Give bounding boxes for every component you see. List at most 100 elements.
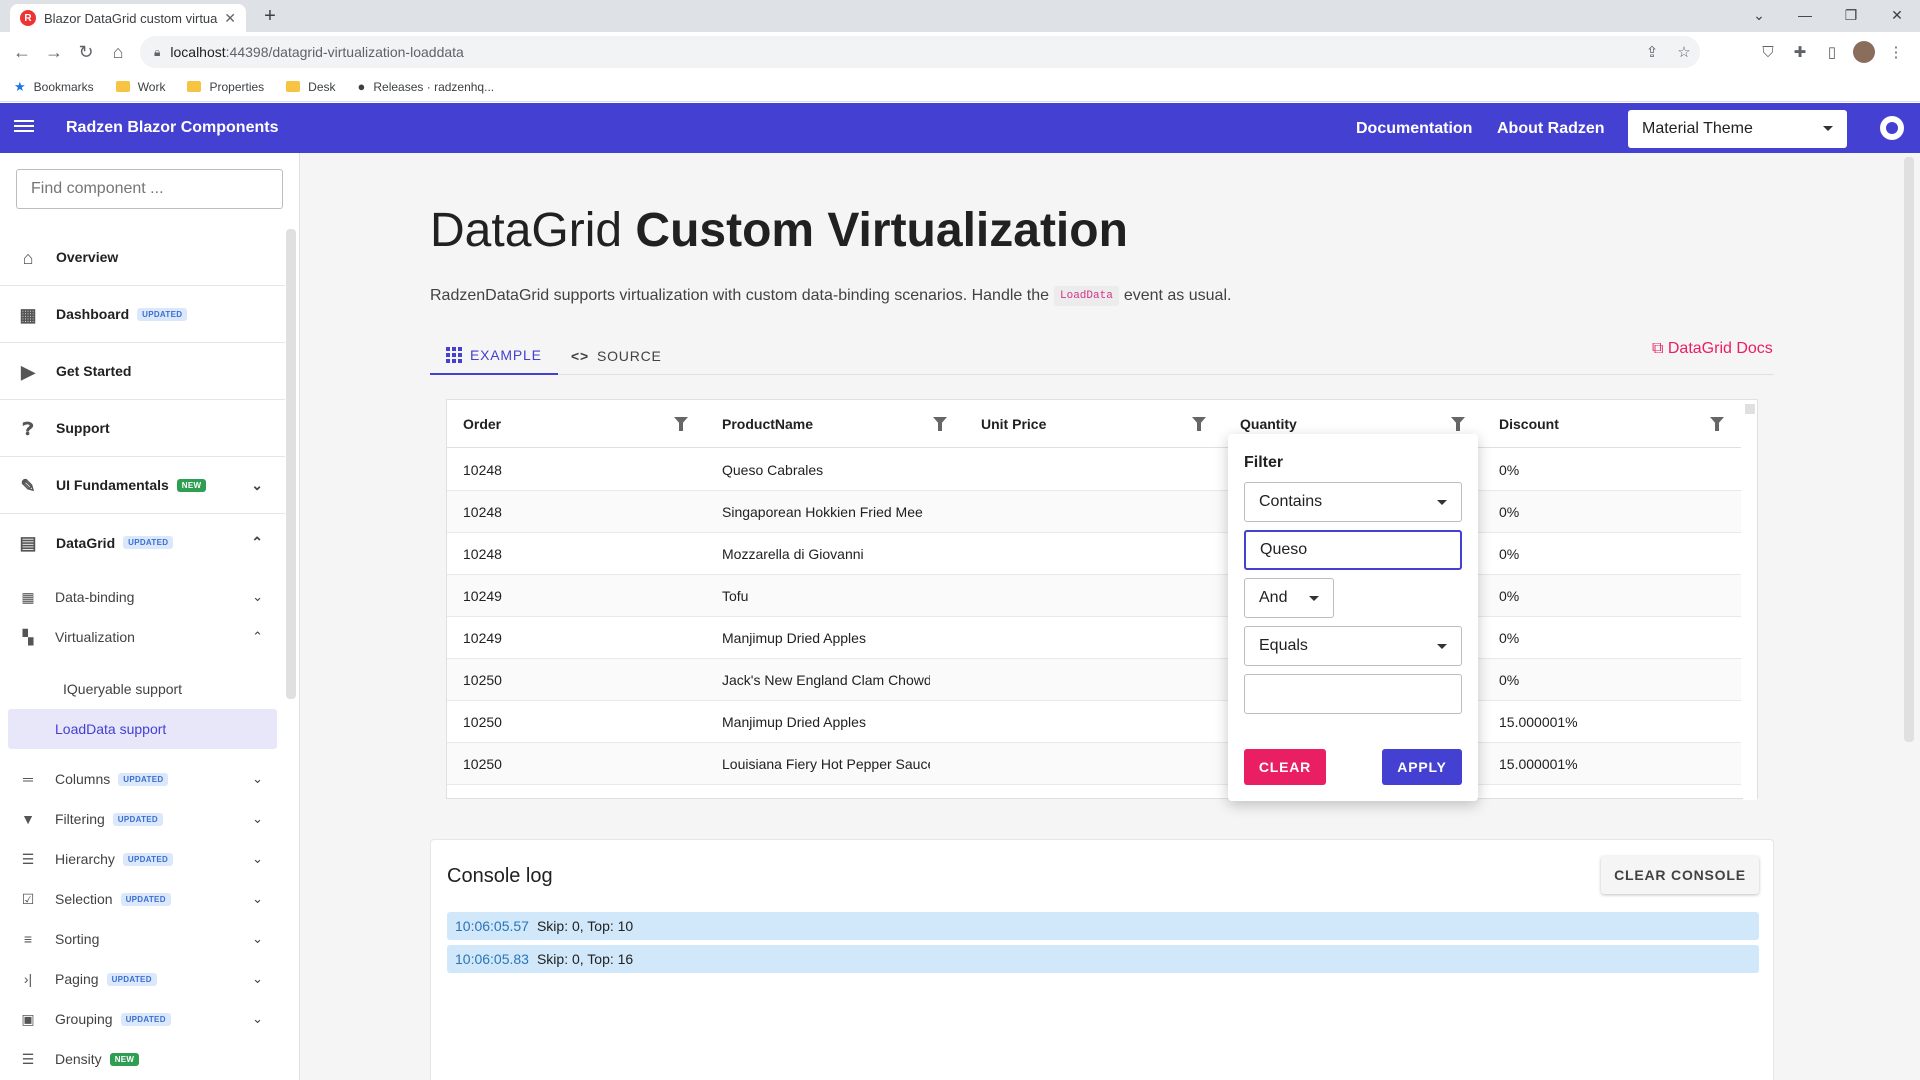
table-row[interactable]: 10248Singaporean Hokkien Fried Mee100%	[447, 491, 1741, 533]
table-cell: 10249	[463, 588, 502, 604]
chevron-down-icon[interactable]: ⌄	[252, 1011, 263, 1027]
filter-apply-button[interactable]: APPLY	[1382, 749, 1462, 785]
sidebar-item-dashboard[interactable]: ▦ Dashboard UPDATED	[0, 286, 285, 343]
sidebar-scrollbar[interactable]	[286, 229, 296, 699]
extension-shield-icon[interactable]: ⛉	[1752, 44, 1784, 61]
sidebar-item-filtering[interactable]: ▼ Filtering UPDATED ⌄	[0, 799, 285, 839]
caret-down-icon	[1437, 500, 1447, 505]
tab-search-chevron-icon[interactable]: ⌄	[1736, 0, 1782, 32]
filter-icon[interactable]	[674, 417, 688, 431]
bookmark-item[interactable]: Work	[115, 80, 165, 94]
chevron-down-icon[interactable]: ⌄	[252, 811, 263, 827]
bookmark-item[interactable]: Desk	[286, 80, 336, 94]
chevron-up-icon[interactable]: ⌃	[252, 629, 263, 645]
browser-menu-icon[interactable]: ⋮	[1880, 43, 1912, 61]
menu-icon[interactable]	[14, 117, 34, 137]
bookmark-star-icon[interactable]: ☆	[1668, 43, 1700, 61]
sidebar-item-virtualization[interactable]: ▚ Virtualization ⌃	[0, 617, 285, 657]
table-row[interactable]: 10248Queso Cabrales120%	[447, 449, 1741, 491]
reload-icon[interactable]: ↻	[70, 42, 102, 63]
datagrid-docs-link[interactable]: ⧉ DataGrid Docs	[1652, 340, 1773, 358]
window-close-icon[interactable]: ✕	[1874, 0, 1920, 32]
about-radzen-link[interactable]: About Radzen	[1497, 120, 1605, 138]
bookmarks-bar: ★ Bookmarks Work Properties Desk ● Release…	[0, 72, 1920, 102]
column-header-order[interactable]: Order	[447, 400, 706, 448]
column-header-unit-price[interactable]: Unit Price	[965, 400, 1224, 448]
sidebar-item-overview[interactable]: ⌂ Overview	[0, 229, 285, 286]
browser-tab[interactable]: R Blazor DataGrid custom virtualiza ✕	[10, 4, 246, 32]
filter-icon[interactable]	[1192, 417, 1206, 431]
sidebar-item-selection[interactable]: ☑ Selection UPDATED ⌄	[0, 879, 285, 919]
table-cell: Manjimup Dried Apples	[722, 714, 866, 730]
main-scrollbar[interactable]	[1904, 157, 1914, 742]
chevron-down-icon[interactable]: ⌄	[252, 931, 263, 947]
filter-icon[interactable]	[1710, 417, 1724, 431]
home-browser-icon[interactable]: ⌂	[102, 42, 134, 63]
tab-source[interactable]: <> SOURCE	[571, 337, 662, 375]
minimize-icon[interactable]: —	[1782, 0, 1828, 32]
dashboard-icon: ▦	[19, 305, 37, 325]
sidebar-item-loaddata-support[interactable]: LoadData support	[8, 709, 277, 749]
chevron-down-icon[interactable]: ⌄	[251, 477, 263, 494]
find-component-input[interactable]	[16, 169, 283, 209]
sidebar-item-label: Virtualization	[55, 629, 135, 645]
chevron-down-icon[interactable]: ⌄	[252, 771, 263, 787]
column-header-productname[interactable]: ProductName	[706, 400, 965, 448]
documentation-link[interactable]: Documentation	[1356, 120, 1472, 138]
close-icon[interactable]: ✕	[224, 10, 236, 27]
chevron-up-icon[interactable]: ⌃	[251, 534, 263, 551]
profile-avatar[interactable]	[1853, 41, 1875, 63]
filter-clear-button[interactable]: CLEAR	[1244, 749, 1326, 785]
sidebar-item-ui-fundamentals[interactable]: ✎ UI Fundamentals NEW ⌄	[0, 457, 285, 514]
hierarchy-icon: ☰	[21, 851, 35, 867]
github-icon[interactable]	[1880, 116, 1904, 140]
sidebar-item-iqueryable-support[interactable]: IQueryable support	[8, 669, 277, 709]
sidebar-item-get-started[interactable]: ▶ Get Started	[0, 343, 285, 400]
bookmark-item[interactable]: Properties	[187, 80, 264, 94]
filter-operator-select[interactable]: Contains	[1244, 482, 1462, 522]
sidebar-item-hierarchy[interactable]: ☰ Hierarchy UPDATED ⌄	[0, 839, 285, 879]
filter-logical-select[interactable]: And	[1244, 578, 1334, 618]
theme-select[interactable]: Material Theme	[1628, 110, 1847, 148]
column-header-discount[interactable]: Discount	[1483, 400, 1741, 448]
bookmark-item[interactable]: ● Releases · radzenhq...	[358, 79, 495, 94]
chevron-down-icon[interactable]: ⌄	[252, 971, 263, 987]
chevron-down-icon[interactable]: ⌄	[252, 851, 263, 867]
table-row[interactable]: 10248Mozzarella di Giovanni50%	[447, 533, 1741, 575]
share-icon[interactable]: ⇪	[1636, 43, 1668, 61]
filter-second-value-input[interactable]	[1244, 674, 1462, 714]
updated-badge: UPDATED	[123, 536, 174, 549]
sidebar-item-paging[interactable]: ›| Paging UPDATED ⌄	[0, 959, 285, 999]
table-row[interactable]: 10250Jack's New England Clam Chowder100%	[447, 659, 1741, 701]
table-row[interactable]: 10249Tofu90%	[447, 575, 1741, 617]
address-bar[interactable]: 🔒︎ localhost:44398/datagrid-virtualizati…	[140, 36, 1700, 68]
filter-operator-value: Contains	[1259, 493, 1323, 510]
sidebar-item-grouping[interactable]: ▣ Grouping UPDATED ⌄	[0, 999, 285, 1039]
chevron-down-icon[interactable]: ⌄	[252, 589, 263, 605]
grid-scrollbar[interactable]	[1743, 400, 1757, 800]
sidebar-item-datagrid[interactable]: ▤ DataGrid UPDATED ⌃	[0, 514, 285, 571]
table-row[interactable]: 10250Louisiana Fiery Hot Pepper Sauce151…	[447, 743, 1741, 785]
table-row[interactable]: 10249Manjimup Dried Apples400%	[447, 617, 1741, 659]
back-arrow-icon[interactable]: ←	[6, 42, 38, 63]
forward-arrow-icon[interactable]: →	[38, 42, 70, 63]
filter-icon[interactable]	[933, 417, 947, 431]
sidebar-item-support[interactable]: ❓︎ Support	[0, 400, 285, 457]
side-panel-icon[interactable]: ▯	[1816, 43, 1848, 61]
filter-second-operator-select[interactable]: Equals	[1244, 626, 1462, 666]
filter-icon[interactable]	[1451, 417, 1465, 431]
tab-example[interactable]: EXAMPLE	[430, 337, 558, 375]
extensions-puzzle-icon[interactable]: ✚	[1784, 43, 1816, 61]
sidebar-item-density[interactable]: ☰ Density NEW	[0, 1039, 285, 1079]
filter-value-input[interactable]	[1244, 530, 1462, 570]
clear-console-button[interactable]: CLEAR CONSOLE	[1601, 856, 1759, 894]
table-row[interactable]: 10250Manjimup Dried Apples3515.000001%	[447, 701, 1741, 743]
sidebar-item-columns[interactable]: ═ Columns UPDATED ⌄	[0, 759, 285, 799]
sidebar-item-sorting[interactable]: ≡ Sorting ⌄	[0, 919, 285, 959]
bookmark-item[interactable]: ★ Bookmarks	[14, 79, 94, 95]
new-tab-plus-icon[interactable]: +	[258, 4, 282, 28]
table-cell: 15.000001%	[1499, 756, 1578, 772]
restore-icon[interactable]: ❐	[1828, 0, 1874, 32]
chevron-down-icon[interactable]: ⌄	[252, 891, 263, 907]
sidebar-item-data-binding[interactable]: ▦ Data-binding ⌄	[0, 577, 285, 617]
